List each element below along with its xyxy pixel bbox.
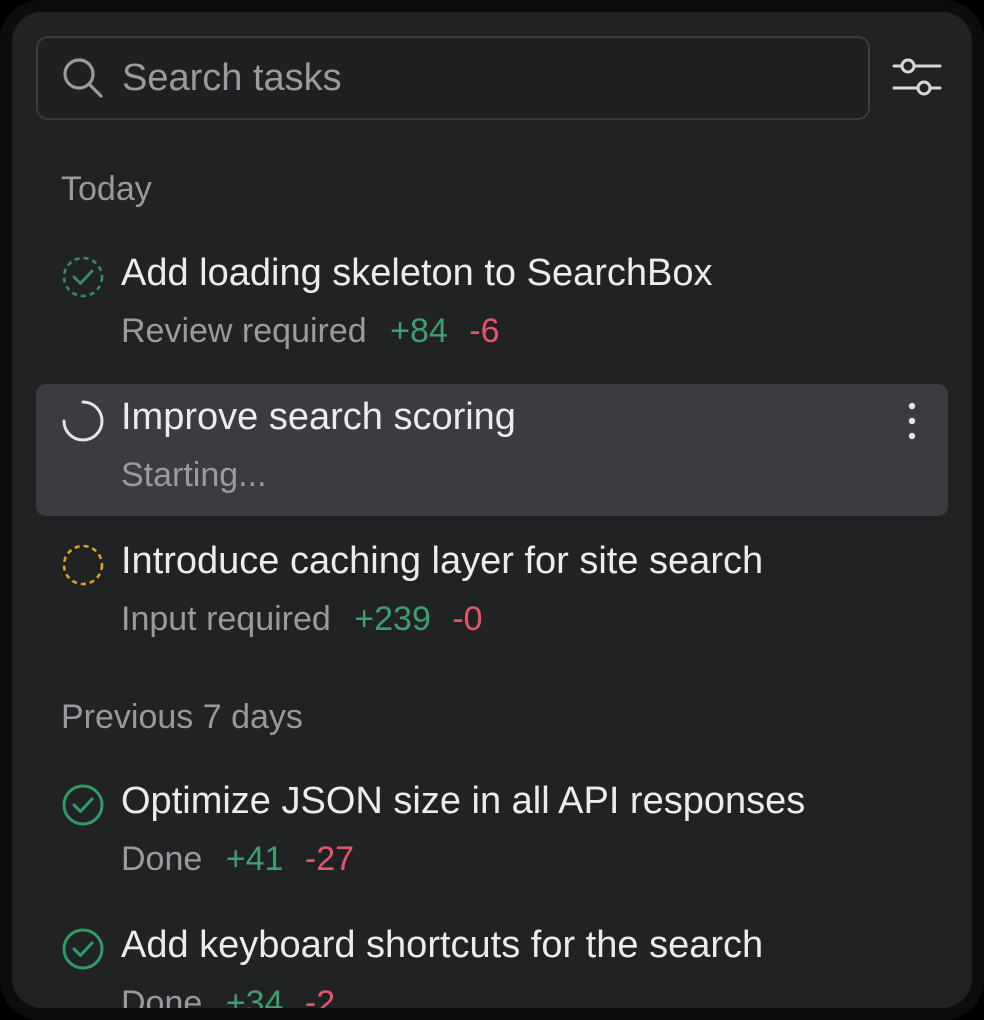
task-status: Done [121,840,203,878]
spinner-icon [62,400,104,442]
lines-added: +41 [225,840,284,878]
search-icon [63,58,103,98]
lines-removed: -6 [469,312,500,350]
lines-added: +84 [390,312,448,350]
task-title: Optimize JSON size in all API responses [121,780,806,822]
task-meta: Done +34 -2 [121,984,335,1008]
window-frame: Today Add loading skeleton to SearchBox … [0,0,984,1020]
lines-removed: -2 [304,984,336,1008]
task-status: Starting... [121,456,267,494]
lines-removed: -27 [304,840,355,878]
section-header-previous-7-days: Previous 7 days [61,698,303,736]
section-header-today: Today [61,170,152,208]
task-row-selected[interactable]: Improve search scoring Starting... [36,384,948,516]
sliders-icon[interactable] [892,56,942,100]
task-title: Add keyboard shortcuts for the search [121,924,764,966]
task-title: Introduce caching layer for site search [121,540,764,582]
task-meta: Review required +84 -6 [121,312,500,351]
check-circle-icon [62,928,104,970]
task-meta: Done +41 -27 [121,840,354,879]
search-box[interactable] [36,36,870,120]
dashed-check-circle-icon [62,256,104,298]
task-title: Add loading skeleton to SearchBox [121,252,713,294]
task-meta: Starting... [121,456,281,495]
task-row[interactable]: Optimize JSON size in all API responses … [36,768,948,900]
more-vertical-icon[interactable] [900,398,924,444]
dashed-circle-icon [62,544,104,586]
task-status: Review required [121,312,367,350]
task-status: Done [121,984,203,1008]
lines-added: +34 [225,984,284,1008]
search-input[interactable] [122,38,852,118]
task-row[interactable]: Add loading skeleton to SearchBox Review… [36,240,948,372]
task-row[interactable]: Add keyboard shortcuts for the search Do… [36,912,948,1008]
task-meta: Input required +239 -0 [121,600,483,639]
task-status: Input required [121,600,331,638]
task-title: Improve search scoring [121,396,516,438]
check-circle-icon [62,784,104,826]
task-panel: Today Add loading skeleton to SearchBox … [12,12,972,1008]
task-row[interactable]: Introduce caching layer for site search … [36,528,948,660]
lines-removed: -0 [452,600,483,638]
lines-added: +239 [354,600,431,638]
